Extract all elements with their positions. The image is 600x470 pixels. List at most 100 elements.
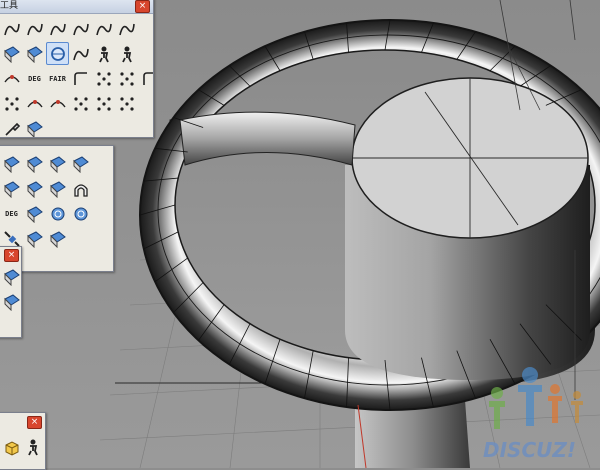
- curve-blend-icon: [26, 23, 43, 35]
- surface-h-tool-button[interactable]: [23, 202, 46, 225]
- surface-deg-tool-button[interactable]: DEG: [0, 202, 23, 225]
- empty-slot: [138, 42, 153, 65]
- surface-c-tool-button[interactable]: [46, 152, 69, 175]
- toolbar-title: 工具: [0, 1, 19, 11]
- adjust-seam-icon: [96, 71, 111, 86]
- blend-shape-tool-button[interactable]: [23, 117, 46, 137]
- extend-icon: [73, 71, 87, 85]
- surface-j-tool-button[interactable]: [46, 227, 69, 250]
- edit-point-tool-button[interactable]: [69, 92, 92, 115]
- handle-tool-button[interactable]: [0, 117, 23, 137]
- curve-hook-icon: [3, 23, 20, 35]
- surface-d-icon: [72, 155, 89, 173]
- curve-blend-tool-button[interactable]: [23, 17, 46, 40]
- surface-g-tool-button[interactable]: [46, 177, 69, 200]
- handle-icon: [4, 122, 20, 136]
- surface-arch-icon: [73, 183, 88, 197]
- watermark-text: DISCUZ!: [483, 438, 576, 462]
- person-walk-icon: [98, 46, 109, 62]
- surface-j-icon: [49, 230, 66, 248]
- surface-b-tool-button[interactable]: [23, 152, 46, 175]
- points-tool-button[interactable]: [115, 67, 138, 90]
- surface-frame-tool-button[interactable]: [46, 202, 69, 225]
- close-button-small[interactable]: ×: [4, 249, 19, 262]
- curvature-circle-icon: [50, 46, 65, 61]
- person-sit-tool-button[interactable]: [115, 42, 138, 65]
- surface-arch-tool-button[interactable]: [69, 177, 92, 200]
- toolbar-icon-grid: DEG FAIR: [0, 14, 153, 137]
- fair-tool-button[interactable]: FAIR: [46, 67, 69, 90]
- surface-d-tool-button[interactable]: [69, 152, 92, 175]
- empty-slot: [69, 227, 92, 250]
- empty-slot: [138, 92, 153, 115]
- add-point-icon: [119, 96, 134, 111]
- curve-wave-tool-button[interactable]: [69, 42, 92, 65]
- insert-knot-icon: [26, 99, 43, 107]
- remove-knot-icon: [49, 99, 66, 107]
- curve-step-tool-button[interactable]: [46, 17, 69, 40]
- rebuild-tool-button[interactable]: [0, 67, 23, 90]
- curve-hook-tool-button[interactable]: [0, 17, 23, 40]
- blend-shape-icon: [26, 120, 43, 137]
- empty-slot: [138, 117, 153, 137]
- surface-k-tool-button[interactable]: [0, 265, 21, 288]
- surface-l-icon: [3, 293, 20, 311]
- curve-on-surface-icon: [26, 45, 43, 63]
- close-button[interactable]: ×: [135, 0, 150, 13]
- empty-slot: [92, 117, 115, 137]
- curve-s-tool-button[interactable]: [69, 17, 92, 40]
- insert-knot-tool-button[interactable]: [23, 92, 46, 115]
- fair-icon: FAIR: [49, 74, 66, 83]
- extend-tool-button[interactable]: [69, 67, 92, 90]
- control-points-icon: [4, 96, 19, 111]
- curvature-circle-tool-button[interactable]: [46, 42, 69, 65]
- surface-frame-icon: [51, 207, 64, 220]
- surface-sphere-tool-button[interactable]: [69, 202, 92, 225]
- fillet-icon: [142, 71, 153, 85]
- satellite-icon: [3, 230, 20, 247]
- surface-f-icon: [26, 180, 43, 198]
- curve-on-surface-tool-button[interactable]: [23, 42, 46, 65]
- surface-a-icon: [3, 155, 20, 173]
- surface-i-icon: [26, 230, 43, 248]
- network-surface-tool-button[interactable]: [0, 42, 23, 65]
- delete-point-tool-button[interactable]: [92, 92, 115, 115]
- close-button-bottom[interactable]: ×: [27, 416, 42, 429]
- discuz-watermark: DISCUZ!: [483, 367, 583, 462]
- curve-step-icon: [49, 23, 66, 35]
- curve-arc-tool-button[interactable]: [115, 17, 138, 40]
- person-walk-tool-button[interactable]: [92, 42, 115, 65]
- remove-knot-tool-button[interactable]: [46, 92, 69, 115]
- person-push-icon: [27, 439, 38, 455]
- curve-s-icon: [72, 23, 89, 35]
- surface-a-tool-button[interactable]: [0, 152, 23, 175]
- person-push-tool-button[interactable]: [21, 435, 44, 458]
- surface-g-icon: [49, 180, 66, 198]
- adjust-seam-tool-button[interactable]: [92, 67, 115, 90]
- toolbar-panel-small[interactable]: ×: [0, 246, 22, 338]
- deg-icon: DEG: [28, 74, 41, 83]
- box-icon: [5, 440, 18, 456]
- deg-tool-button[interactable]: DEG: [23, 67, 46, 90]
- fillet-tool-button[interactable]: [138, 67, 153, 90]
- curve-arc-icon: [118, 23, 135, 35]
- toolbar-panel-curves[interactable]: 工具 × DEG FAIR: [0, 0, 154, 138]
- control-points-tool-button[interactable]: [0, 92, 23, 115]
- empty-slot: [138, 17, 153, 40]
- network-surface-icon: [3, 45, 20, 63]
- surface-c-icon: [49, 155, 66, 173]
- box-tool-button[interactable]: [0, 435, 23, 458]
- surface-sphere-icon: [74, 207, 87, 220]
- surface-i-tool-button[interactable]: [23, 227, 46, 250]
- toolbar-titlebar[interactable]: 工具 ×: [0, 0, 153, 14]
- points-icon: [119, 71, 134, 86]
- toolbar-panel-bottom[interactable]: ×: [0, 412, 46, 470]
- surface-k-icon: [3, 268, 20, 286]
- surface-l-tool-button[interactable]: [0, 290, 21, 313]
- rebuild-icon: [3, 74, 20, 82]
- add-point-tool-button[interactable]: [115, 92, 138, 115]
- surface-e-tool-button[interactable]: [0, 177, 23, 200]
- empty-slot: [115, 117, 138, 137]
- curve-match-tool-button[interactable]: [92, 17, 115, 40]
- surface-f-tool-button[interactable]: [23, 177, 46, 200]
